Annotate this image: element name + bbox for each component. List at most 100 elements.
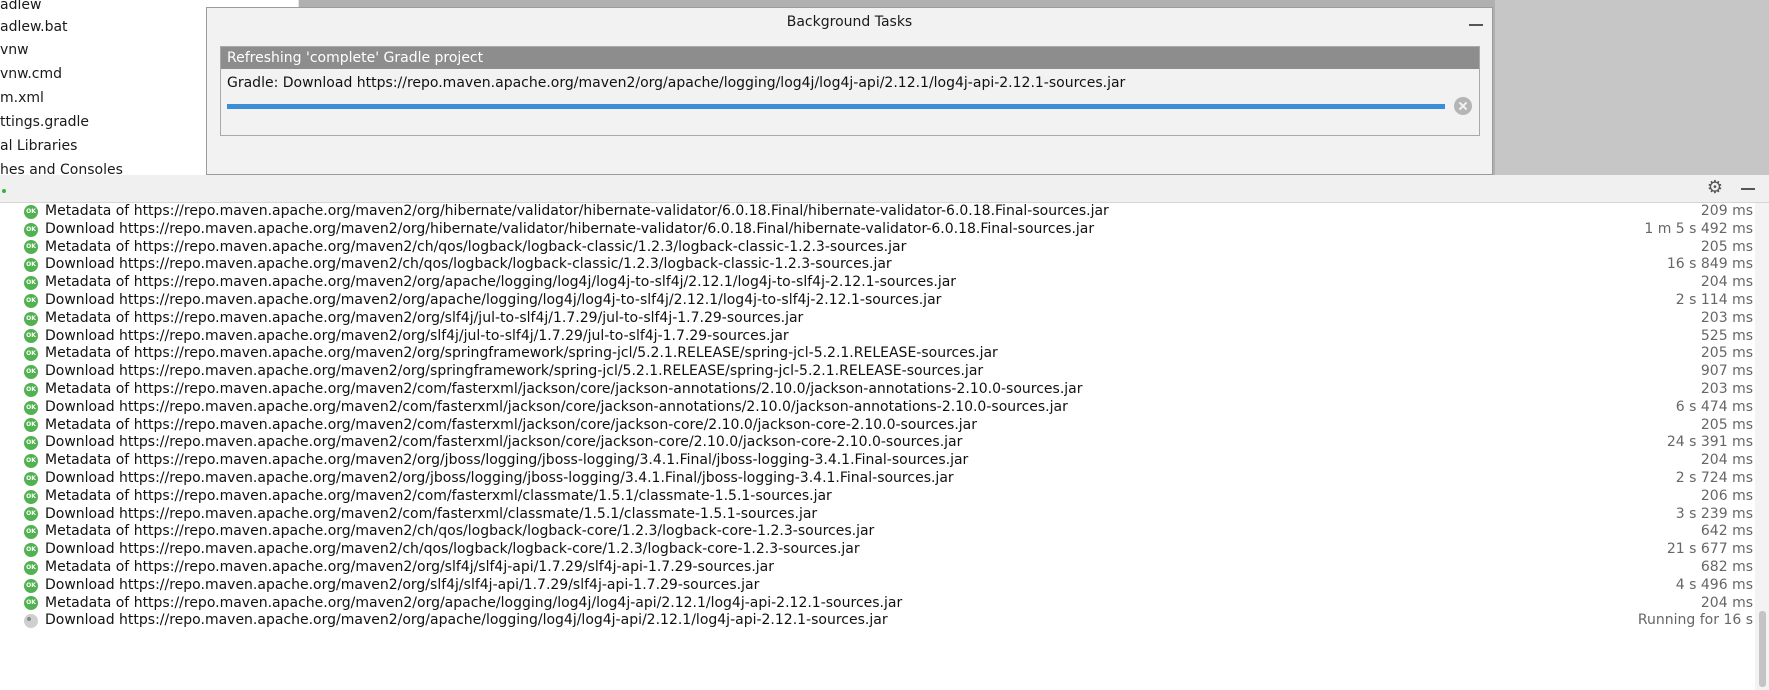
log-row[interactable]: OK Download https://repo.maven.apache.org…: [0, 292, 1755, 310]
log-row[interactable]: OK Metadata of https://repo.maven.apache.…: [0, 488, 1755, 506]
log-duration: Running for 16 s: [1637, 612, 1753, 629]
cancel-task-icon[interactable]: [1454, 97, 1472, 115]
log-row[interactable]: OK Download https://repo.maven.apache.org…: [0, 470, 1755, 488]
log-duration: 642 ms: [1700, 523, 1753, 540]
log-row[interactable]: OK Metadata of https://repo.maven.apache.…: [0, 274, 1755, 292]
log-duration: 3 s 239 ms: [1675, 505, 1753, 522]
log-row[interactable]: OK Metadata of https://repo.maven.apache.…: [0, 239, 1755, 257]
log-duration: 2 s 114 ms: [1675, 291, 1753, 308]
log-message: Metadata of https://repo.maven.apache.or…: [45, 274, 957, 291]
log-message: Download https://repo.maven.apache.org/m…: [45, 398, 1068, 415]
log-message: Metadata of https://repo.maven.apache.or…: [45, 238, 907, 255]
log-duration: 21 s 677 ms: [1666, 541, 1753, 558]
running-status-icon: [24, 614, 38, 629]
log-scrollbar[interactable]: [1755, 203, 1769, 690]
ok-status-icon: OK: [24, 525, 38, 540]
log-message: Metadata of https://repo.maven.apache.or…: [45, 309, 804, 326]
log-duration: 205 ms: [1700, 345, 1753, 362]
log-row[interactable]: Download https://repo.maven.apache.org/m…: [0, 612, 1755, 630]
ok-status-icon: OK: [24, 222, 38, 237]
log-duration: 16 s 849 ms: [1666, 256, 1753, 273]
popup-minimize-icon[interactable]: [1468, 18, 1484, 32]
log-duration: 525 ms: [1700, 327, 1753, 344]
minimize-icon[interactable]: [1740, 180, 1756, 196]
log-row[interactable]: OK Metadata of https://repo.maven.apache.…: [0, 203, 1755, 221]
log-duration: 907 ms: [1700, 363, 1753, 380]
ok-status-icon: OK: [24, 240, 38, 255]
log-message: Download https://repo.maven.apache.org/m…: [45, 327, 789, 344]
log-row[interactable]: OK Download https://repo.maven.apache.org…: [0, 256, 1755, 274]
tree-item-label: vnw: [0, 42, 29, 58]
ok-status-icon: OK: [24, 204, 38, 219]
log-message: Download https://repo.maven.apache.org/m…: [45, 434, 963, 451]
build-log[interactable]: OK Metadata of https://repo.maven.apache.…: [0, 203, 1755, 690]
log-duration: 24 s 391 ms: [1666, 434, 1753, 451]
log-duration: 2 s 724 ms: [1675, 469, 1753, 486]
ok-status-icon: OK: [24, 560, 38, 575]
tree-item-label: m.xml: [0, 90, 44, 106]
scrollbar-thumb[interactable]: [1759, 611, 1766, 687]
ok-status-icon: OK: [24, 347, 38, 362]
log-duration: 204 ms: [1700, 452, 1753, 469]
ok-status-icon: OK: [24, 258, 38, 273]
tree-item-label: al Libraries: [0, 138, 78, 154]
log-row[interactable]: OK Metadata of https://repo.maven.apache.…: [0, 417, 1755, 435]
log-row[interactable]: OK Metadata of https://repo.maven.apache.…: [0, 595, 1755, 613]
log-duration: 205 ms: [1700, 416, 1753, 433]
task-progress-bar: [227, 104, 1445, 109]
ok-status-icon: OK: [24, 543, 38, 558]
log-message: Download https://repo.maven.apache.org/m…: [45, 505, 818, 522]
log-message: Download https://repo.maven.apache.org/m…: [45, 576, 760, 593]
log-row[interactable]: OK Metadata of https://repo.maven.apache.…: [0, 559, 1755, 577]
tree-item-label: adlew.bat: [0, 19, 68, 35]
ok-status-icon: OK: [24, 489, 38, 504]
log-duration: 4 s 496 ms: [1675, 576, 1753, 593]
log-row[interactable]: OK Download https://repo.maven.apache.org…: [0, 577, 1755, 595]
log-row[interactable]: OK Metadata of https://repo.maven.apache.…: [0, 523, 1755, 541]
log-duration: 203 ms: [1700, 309, 1753, 326]
log-message: Download https://repo.maven.apache.org/m…: [45, 541, 860, 558]
ok-status-icon: OK: [24, 507, 38, 522]
log-message: Metadata of https://repo.maven.apache.or…: [45, 203, 1109, 219]
log-row[interactable]: OK Download https://repo.maven.apache.org…: [0, 541, 1755, 559]
ok-status-icon: OK: [24, 400, 38, 415]
log-message: Metadata of https://repo.maven.apache.or…: [45, 558, 774, 575]
ok-status-icon: OK: [24, 418, 38, 433]
log-row[interactable]: OK Metadata of https://repo.maven.apache.…: [0, 345, 1755, 363]
gear-icon[interactable]: ⚙: [1706, 179, 1724, 197]
ok-status-icon: OK: [24, 365, 38, 380]
log-message: Download https://repo.maven.apache.org/m…: [45, 220, 1095, 237]
ok-status-icon: OK: [24, 276, 38, 291]
log-message: Metadata of https://repo.maven.apache.or…: [45, 452, 969, 469]
log-message: Download https://repo.maven.apache.org/m…: [45, 256, 892, 273]
log-message: Download https://repo.maven.apache.org/m…: [45, 363, 984, 380]
log-row[interactable]: OK Metadata of https://repo.maven.apache.…: [0, 381, 1755, 399]
log-message: Metadata of https://repo.maven.apache.or…: [45, 416, 978, 433]
popup-title: Background Tasks: [786, 14, 913, 30]
ok-status-icon: OK: [24, 329, 38, 344]
ok-status-icon: OK: [24, 311, 38, 326]
log-row[interactable]: OK Download https://repo.maven.apache.org…: [0, 363, 1755, 381]
task-progress-fill: [227, 104, 1445, 109]
log-message: Metadata of https://repo.maven.apache.or…: [45, 345, 998, 362]
build-toolbar: ⚙: [0, 175, 1769, 203]
log-row[interactable]: OK Download https://repo.maven.apache.org…: [0, 399, 1755, 417]
log-duration: 209 ms: [1700, 203, 1753, 219]
ok-status-icon: OK: [24, 436, 38, 451]
ok-status-icon: OK: [24, 382, 38, 397]
log-message: Download https://repo.maven.apache.org/m…: [45, 612, 888, 629]
ok-status-icon: OK: [24, 596, 38, 611]
log-row[interactable]: OK Download https://repo.maven.apache.org…: [0, 506, 1755, 524]
editor-backdrop-right: [1495, 0, 1769, 180]
log-row[interactable]: OK Metadata of https://repo.maven.apache.…: [0, 452, 1755, 470]
log-row[interactable]: OK Metadata of https://repo.maven.apache.…: [0, 310, 1755, 328]
tree-item-label: adlew: [0, 0, 42, 13]
log-message: Metadata of https://repo.maven.apache.or…: [45, 487, 832, 504]
log-message: Download https://repo.maven.apache.org/m…: [45, 469, 954, 486]
log-row[interactable]: OK Download https://repo.maven.apache.org…: [0, 328, 1755, 346]
log-row[interactable]: OK Download https://repo.maven.apache.org…: [0, 434, 1755, 452]
log-row[interactable]: OK Download https://repo.maven.apache.org…: [0, 221, 1755, 239]
log-message: Download https://repo.maven.apache.org/m…: [45, 291, 942, 308]
log-duration: 206 ms: [1700, 487, 1753, 504]
ok-status-icon: OK: [24, 578, 38, 593]
